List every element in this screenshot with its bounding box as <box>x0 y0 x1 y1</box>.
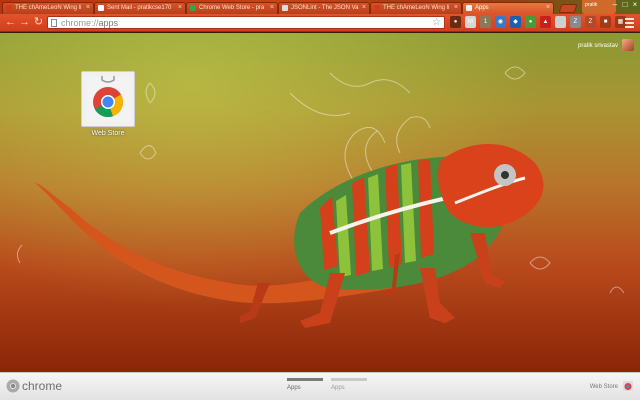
tab-strip: THE chAmeLeoN Wing li × Sent Mail - pratik… <box>0 0 640 14</box>
page-switcher: Apps Apps <box>287 378 367 391</box>
page-tab-label: Apps <box>331 385 345 391</box>
page-tab-apps[interactable]: Apps <box>287 378 323 391</box>
page-tab-label: Apps <box>287 385 301 391</box>
tab-close-icon[interactable]: × <box>546 3 550 13</box>
chrome-web-store-icon <box>86 76 130 122</box>
ext-z2-icon[interactable]: Z <box>585 16 596 28</box>
tab-favicon-icon <box>282 5 288 11</box>
page-indicator-bar <box>331 378 367 381</box>
close-window-button[interactable]: × <box>630 0 640 10</box>
chrome-menu-button[interactable] <box>624 16 636 29</box>
reload-button[interactable]: ↻ <box>32 16 45 29</box>
ext-blue-icon[interactable]: ◆ <box>510 16 521 28</box>
window-controls: – □ × <box>610 0 640 14</box>
ext-blank-icon[interactable] <box>555 16 566 28</box>
tab-close-icon[interactable]: × <box>270 3 274 13</box>
tab-title: Chrome Web Store - pra <box>199 5 265 11</box>
page-tab-apps-2[interactable]: Apps <box>331 378 367 391</box>
tab-favicon-icon <box>6 5 12 11</box>
url-text[interactable]: chrome://apps <box>61 18 118 28</box>
back-button[interactable]: ← <box>4 16 17 29</box>
apps-bottom-bar: chrome Apps Apps Web Store <box>0 372 640 400</box>
tab-favicon-icon <box>466 5 472 11</box>
browser-tab[interactable]: Chrome Web Store - pra × <box>186 2 278 14</box>
tab-title: THE chAmeLeoN Wing li <box>383 5 450 11</box>
apps-page: pratik srivastav Web Store <box>0 33 640 372</box>
url-path: apps <box>98 18 119 28</box>
ext-green-icon[interactable]: ● <box>525 16 536 28</box>
shield-icon[interactable]: ● <box>450 16 461 28</box>
app-label-web-store[interactable]: Web Store <box>80 130 136 137</box>
tab-title: JSONLint - The JSON Va <box>291 5 359 11</box>
browser-tab[interactable]: JSONLint - The JSON Va × <box>278 2 370 14</box>
page-icon <box>51 19 57 27</box>
app-tile-web-store[interactable]: Web Store <box>80 71 136 137</box>
web-store-app-icon[interactable] <box>81 71 135 127</box>
chrome-logo-icon <box>6 379 20 393</box>
tab-close-icon[interactable]: × <box>178 3 182 13</box>
user-name[interactable]: pratik srivastav <box>578 43 618 49</box>
tab-title: Sent Mail - pratikcse170 <box>107 5 172 11</box>
forward-button[interactable]: → <box>18 16 31 29</box>
chrome-brand-text: chrome <box>22 379 63 393</box>
page-indicator-bar <box>287 378 323 381</box>
tab-favicon-icon <box>190 5 196 11</box>
ext-red-icon[interactable]: ▲ <box>540 16 551 28</box>
ext-z-icon[interactable]: Z <box>570 16 581 28</box>
user-avatar[interactable] <box>622 39 634 51</box>
tab-title: Apps <box>475 5 489 11</box>
browser-tab[interactable]: THE chAmeLeoN Wing li × <box>370 2 462 14</box>
new-tab-button[interactable] <box>558 4 578 13</box>
globe-icon[interactable]: ◉ <box>495 16 506 28</box>
bookmark-star-icon[interactable]: ☆ <box>432 17 441 28</box>
tab-favicon-icon <box>98 5 104 11</box>
browser-tab[interactable]: Apps × <box>462 2 554 14</box>
browser-tab[interactable]: THE chAmeLeoN Wing li × <box>2 2 94 14</box>
ext-square-icon[interactable]: ■ <box>600 16 611 28</box>
gmail-icon[interactable]: M <box>465 16 476 28</box>
web-store-link[interactable]: Web Store <box>590 384 618 390</box>
extension-icons: ● M 1 ◉ ◆ ● ▲ Z Z ■ ▦ <box>450 16 626 30</box>
url-scheme: chrome:// <box>61 18 99 28</box>
maximize-button[interactable]: □ <box>620 0 630 10</box>
tab-close-icon[interactable]: × <box>362 3 366 13</box>
tab-close-icon[interactable]: × <box>86 3 90 13</box>
tab-title: THE chAmeLeoN Wing li <box>15 5 82 11</box>
browser-tab[interactable]: Sent Mail - pratikcse170 × <box>94 2 186 14</box>
badge-icon[interactable]: 1 <box>480 16 491 28</box>
tab-favicon-icon <box>374 5 380 11</box>
web-store-icon[interactable] <box>622 380 634 392</box>
tab-close-icon[interactable]: × <box>454 3 458 13</box>
browser-toolbar: ← → ↻ chrome://apps ☆ ● M 1 ◉ ◆ ● ▲ Z Z ■ ▦ <box>0 14 640 32</box>
omnibox[interactable]: chrome://apps ☆ <box>47 16 445 29</box>
minimize-button[interactable]: – <box>610 0 620 10</box>
